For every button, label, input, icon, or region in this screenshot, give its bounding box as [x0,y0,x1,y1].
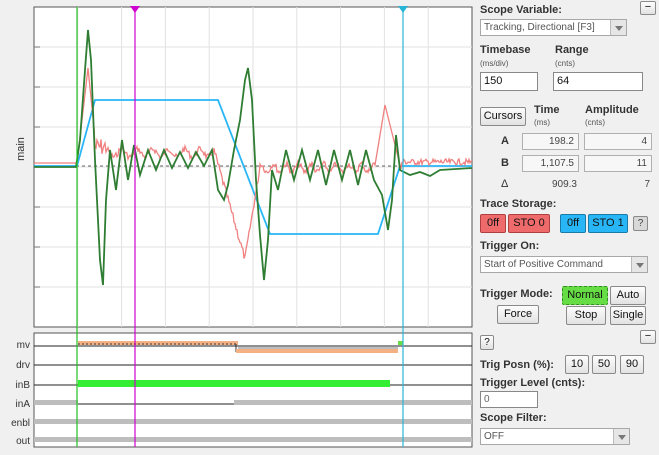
cursor-b-amplitude: 11 [584,155,652,172]
timebase-unit: (ms/div) [480,59,509,68]
collapse-trigger-button[interactable]: − [640,330,656,344]
collapse-button[interactable]: − [640,1,656,15]
ina-trace-2 [234,400,472,405]
stop-button[interactable]: Stop [566,306,606,325]
trigger-mode-title: Trigger Mode: [480,288,553,300]
trig-posn-10-button[interactable]: 10 [565,355,589,374]
cursors-button[interactable]: Cursors [480,107,526,126]
digital-label-out: out [16,436,30,447]
mv-marker [398,341,403,345]
trace-storage-title: Trace Storage: [480,198,557,210]
trig-posn-90-button[interactable]: 90 [620,355,644,374]
sto0-button[interactable]: STO 0 [508,214,550,233]
range-unit: (cnts) [555,59,575,68]
inb-trace [78,380,390,387]
trigger-level-title: Trigger Level (cnts): [480,377,586,389]
range-input[interactable]: 64 [553,72,643,91]
delta-amplitude: 7 [644,179,650,190]
scope-variable-select[interactable]: Tracking, Directional [F3] [480,19,627,36]
cursor-a-amplitude: 4 [584,133,652,150]
cursor-b-time: 1,107.5 [522,155,579,172]
auto-button[interactable]: Auto [610,286,646,305]
digital-label-drv: drv [16,360,30,371]
drv-trace [236,349,398,353]
timebase-input[interactable]: 150 [480,72,538,91]
ina-trace-1 [34,400,78,405]
timebase-title: Timebase [480,44,531,56]
digital-label-inb: inB [15,380,30,391]
scope-variable-title: Scope Variable: [480,4,562,16]
chevron-down-icon [631,257,647,272]
cursor-a-label: A [501,135,509,147]
time-title: Time [534,104,560,116]
trigger-on-select[interactable]: Start of Positive Command [480,256,648,273]
time-unit: (ms) [534,118,550,127]
plot-axis-label: main [15,137,27,161]
scope-area[interactable]: main mv drv inB inA enbl out [0,0,475,455]
scope-filter-value: OFF [484,431,504,442]
trig-posn-title: Trig Posn (%): [480,359,554,371]
scope-filter-title: Scope Filter: [480,412,547,424]
trigger-on-title: Trigger On: [480,240,540,252]
trigger-level-input[interactable]: 0 [480,391,538,408]
range-title: Range [555,44,589,56]
out-trace [34,437,472,442]
normal-button[interactable]: Normal [562,286,608,305]
trig-posn-50-button[interactable]: 50 [592,355,616,374]
digital-label-mv: mv [16,340,30,351]
amplitude-title: Amplitude [585,104,639,116]
amplitude-unit: (cnts) [585,118,605,127]
single-button[interactable]: Single [610,306,646,325]
scope-filter-select[interactable]: OFF [480,428,630,445]
cursor-a-time: 198.2 [522,133,579,150]
sto1-button[interactable]: STO 1 [588,214,628,233]
chevron-down-icon [610,20,626,35]
delta-label: Δ [501,178,509,190]
trigger-on-value: Start of Positive Command [484,259,603,270]
delta-time: 909.3 [551,179,577,190]
trace-help-button[interactable]: ? [633,216,648,231]
force-button[interactable]: Force [497,305,539,324]
chevron-down-icon [613,429,629,444]
enbl-trace [34,419,472,424]
trace-off-0-button[interactable]: 0ff [480,214,506,233]
trace-off-1-button[interactable]: 0ff [560,214,586,233]
scope-variable-value: Tracking, Directional [F3] [484,22,595,33]
trigger-help-button[interactable]: ? [480,335,494,350]
cursor-b-label: B [501,157,509,169]
digital-label-enbl: enbl [11,418,30,429]
scope-plot[interactable] [0,0,475,455]
control-panel: Scope Variable: − Tracking, Directional … [476,0,659,455]
digital-label-ina: inA [15,399,30,410]
